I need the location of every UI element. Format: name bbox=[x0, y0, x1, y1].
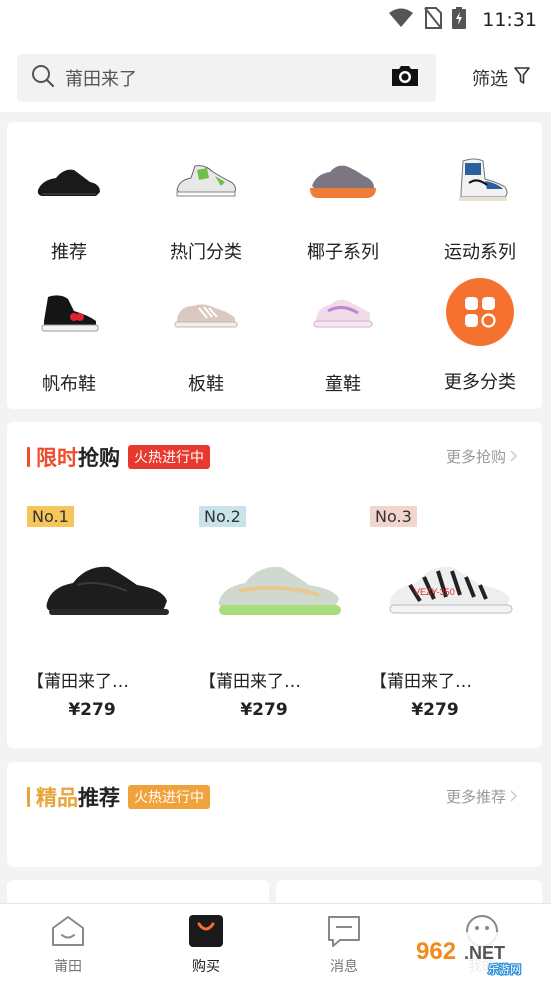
product-price: ¥279 bbox=[68, 700, 116, 720]
category-label: 更多分类 bbox=[444, 372, 516, 393]
no-sim-icon bbox=[424, 7, 443, 33]
tab-label: 莆田 bbox=[54, 959, 82, 975]
green-sneaker-icon bbox=[161, 150, 251, 210]
svg-text:962: 962 bbox=[416, 938, 456, 965]
chevron-right-icon bbox=[510, 788, 518, 806]
more-flash-sale-link[interactable]: 更多抢购 bbox=[446, 446, 518, 467]
flash-sale-section: 限时 抢购 火热进行中 更多抢购 No.1 【莆田来了… ¥279 No.2 【… bbox=[7, 422, 542, 748]
category-item-kids[interactable]: 童鞋 bbox=[283, 282, 403, 396]
tab-buy[interactable]: 购买 bbox=[166, 914, 246, 976]
svg-text:乐游网: 乐游网 bbox=[488, 963, 521, 976]
title-highlight: 精品 bbox=[36, 786, 78, 810]
product-image bbox=[199, 531, 359, 649]
product-name: 【莆田来了… bbox=[199, 672, 301, 692]
search-input[interactable]: 莆田来了 bbox=[17, 54, 436, 102]
product-price: ¥279 bbox=[411, 700, 459, 720]
filter-icon bbox=[514, 66, 530, 90]
category-item-more[interactable]: 更多分类 bbox=[420, 278, 540, 394]
status-bar: 11:31 bbox=[0, 0, 551, 40]
camera-icon[interactable] bbox=[390, 64, 420, 92]
more-categories-icon bbox=[446, 278, 514, 346]
product-image: VEZY-350 bbox=[370, 531, 530, 649]
rank-badge: No.1 bbox=[27, 506, 74, 527]
title-accent-bar bbox=[27, 447, 30, 467]
wifi-icon bbox=[388, 8, 414, 32]
category-item-canvas[interactable]: 帆布鞋 bbox=[9, 282, 129, 396]
watermark-logo: 962 .NET 乐游网 bbox=[410, 932, 545, 976]
category-label: 帆布鞋 bbox=[42, 374, 96, 395]
category-label: 推荐 bbox=[51, 242, 87, 263]
search-icon bbox=[31, 64, 55, 92]
blue-high-top-icon bbox=[435, 150, 525, 210]
status-badge: 火热进行中 bbox=[128, 445, 210, 469]
category-item-hot[interactable]: 热门分类 bbox=[146, 150, 266, 264]
status-badge: 火热进行中 bbox=[128, 785, 210, 809]
tab-messages[interactable]: 消息 bbox=[304, 914, 384, 976]
recommend-section: 精品 推荐 火热进行中 更多推荐 bbox=[7, 762, 542, 867]
product-card[interactable]: No.3 VEZY-350 【莆田来了… ¥279 bbox=[370, 506, 530, 720]
product-price: ¥279 bbox=[240, 700, 288, 720]
chevron-right-icon bbox=[510, 448, 518, 466]
canvas-shoe-icon bbox=[24, 282, 114, 342]
category-item-yeezy[interactable]: 椰子系列 bbox=[283, 150, 403, 264]
tab-putian[interactable]: 莆田 bbox=[28, 914, 108, 976]
category-item-skate[interactable]: 板鞋 bbox=[146, 282, 266, 396]
category-label: 椰子系列 bbox=[307, 242, 379, 263]
search-placeholder: 莆田来了 bbox=[65, 69, 137, 90]
category-label: 童鞋 bbox=[325, 374, 361, 395]
more-recommend-link[interactable]: 更多推荐 bbox=[446, 786, 518, 807]
product-name: 【莆田来了… bbox=[27, 672, 129, 692]
category-label: 热门分类 bbox=[170, 242, 242, 263]
status-time: 11:31 bbox=[482, 9, 537, 31]
kids-shoe-icon bbox=[298, 282, 388, 342]
battery-charging-icon bbox=[452, 7, 467, 33]
shopping-bag-icon bbox=[188, 914, 224, 952]
category-label: 运动系列 bbox=[444, 242, 516, 263]
rank-badge: No.2 bbox=[199, 506, 246, 527]
tab-label: 购买 bbox=[192, 959, 220, 975]
svg-text:VEZY-350: VEZY-350 bbox=[414, 587, 455, 597]
svg-text:.NET: .NET bbox=[464, 943, 505, 963]
black-sneaker-icon bbox=[24, 150, 114, 210]
category-grid: 推荐 热门分类 椰子系列 运动系列 帆布鞋 板鞋 童鞋 更多分类 bbox=[7, 122, 542, 409]
more-link-label: 更多推荐 bbox=[445, 788, 506, 806]
filter-label: 筛选 bbox=[472, 69, 508, 90]
skate-shoe-icon bbox=[161, 282, 251, 342]
more-link-label: 更多抢购 bbox=[445, 448, 506, 466]
orange-sneaker-icon bbox=[298, 150, 388, 210]
title-highlight: 限时 bbox=[36, 446, 78, 470]
header: 莆田来了 筛选 bbox=[0, 40, 551, 112]
category-item-sport[interactable]: 运动系列 bbox=[420, 150, 540, 264]
product-card[interactable]: No.2 【莆田来了… ¥279 bbox=[199, 506, 359, 720]
home-smile-icon bbox=[50, 914, 86, 952]
product-image bbox=[27, 531, 187, 649]
tab-label: 消息 bbox=[330, 959, 358, 975]
category-label: 板鞋 bbox=[188, 374, 224, 395]
section-title: 限时 抢购 火热进行中 bbox=[27, 442, 210, 472]
title-accent-bar bbox=[27, 787, 30, 807]
category-item-recommend[interactable]: 推荐 bbox=[9, 150, 129, 264]
product-name: 【莆田来了… bbox=[370, 672, 472, 692]
message-icon bbox=[326, 914, 362, 952]
title-text: 推荐 bbox=[78, 786, 120, 810]
section-title: 精品 推荐 火热进行中 bbox=[27, 782, 210, 812]
rank-badge: No.3 bbox=[370, 506, 417, 527]
filter-button[interactable]: 筛选 bbox=[472, 65, 530, 91]
product-card[interactable]: No.1 【莆田来了… ¥279 bbox=[27, 506, 187, 720]
title-text: 抢购 bbox=[78, 446, 120, 470]
